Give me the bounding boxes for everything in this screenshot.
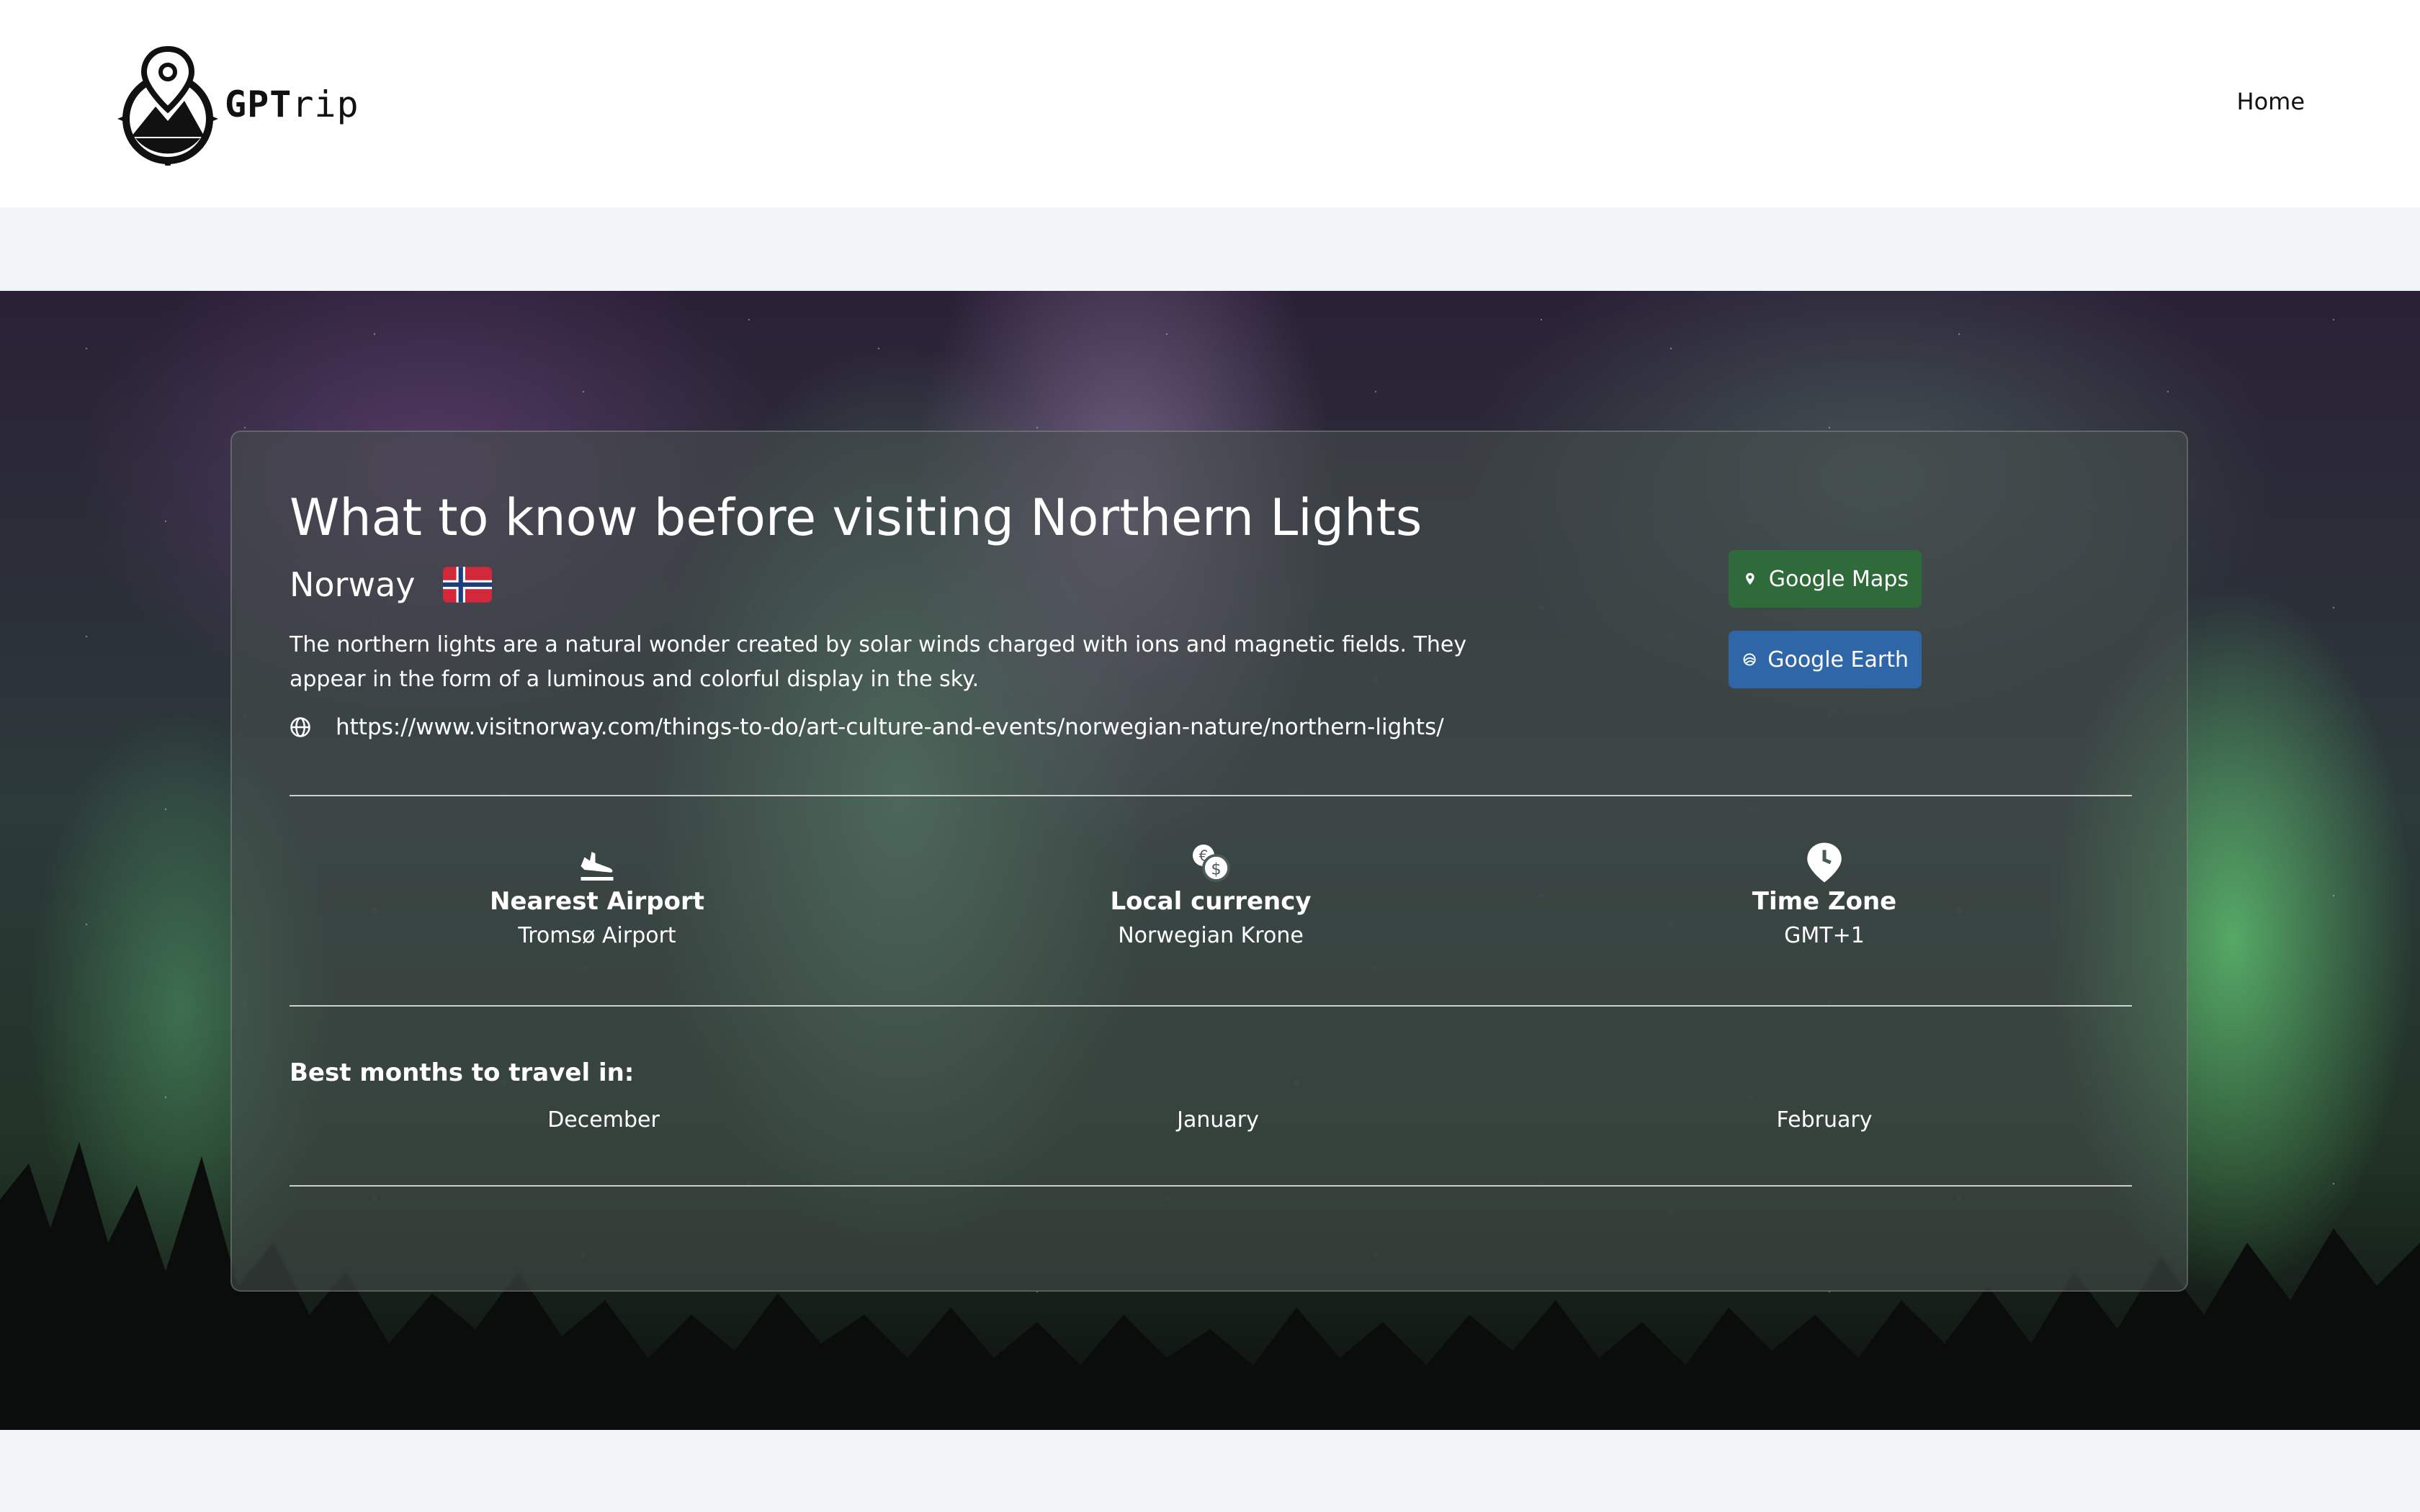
month-item: December	[547, 1107, 660, 1133]
currency-value: Norwegian Krone	[1118, 923, 1304, 948]
currency-exchange-icon: € $	[1193, 845, 1230, 882]
norway-flag-icon	[442, 562, 492, 608]
map-pin-icon	[1746, 572, 1754, 585]
destination-card: What to know before visiting Northern Li…	[230, 431, 2188, 1292]
google-earth-button[interactable]: Google Earth	[1729, 631, 1922, 688]
best-months-heading: Best months to travel in:	[290, 1058, 635, 1087]
google-maps-label: Google Maps	[1768, 566, 1909, 592]
logo-text: GPTrip	[225, 84, 359, 125]
divider	[290, 795, 2132, 796]
local-currency-section: € $ Local currency Norwegian Krone	[995, 841, 1427, 948]
airport-value: Tromsø Airport	[518, 923, 676, 948]
page-title: What to know before visiting Northern Li…	[290, 488, 1422, 547]
nav-home-link[interactable]: Home	[2237, 88, 2305, 115]
compass-pin-logo-icon	[117, 45, 218, 166]
svg-text:$: $	[1211, 860, 1221, 878]
divider	[290, 1185, 2132, 1187]
divider	[290, 1005, 2132, 1007]
nearest-airport-section: Nearest Airport Tromsø Airport	[381, 841, 813, 948]
google-earth-label: Google Earth	[1767, 647, 1909, 672]
google-maps-button[interactable]: Google Maps	[1729, 550, 1922, 608]
globe-icon	[290, 717, 310, 737]
clock-pin-icon	[1807, 842, 1842, 883]
country-name: Norway	[290, 565, 416, 604]
plane-landing-icon	[581, 852, 614, 881]
time-zone-title: Time Zone	[1752, 887, 1897, 916]
time-zone-section: Time Zone GMT+1	[1608, 841, 2040, 948]
destination-description: The northern lights are a natural wonder…	[290, 632, 1467, 692]
month-item: January	[1177, 1107, 1259, 1133]
month-item: February	[1776, 1107, 1873, 1133]
top-nav-bar: GPTrip Home	[0, 0, 2420, 207]
currency-title: Local currency	[1110, 887, 1312, 916]
country-row: Norway	[290, 562, 492, 608]
airport-title: Nearest Airport	[489, 887, 705, 916]
gptrip-logo[interactable]: GPTrip	[114, 43, 359, 166]
website-row: https://www.visitnorway.com/things-to-do…	[290, 714, 1444, 740]
google-earth-icon	[1743, 653, 1756, 666]
time-zone-value: GMT+1	[1784, 923, 1865, 948]
website-link[interactable]: https://www.visitnorway.com/things-to-do…	[336, 714, 1444, 740]
